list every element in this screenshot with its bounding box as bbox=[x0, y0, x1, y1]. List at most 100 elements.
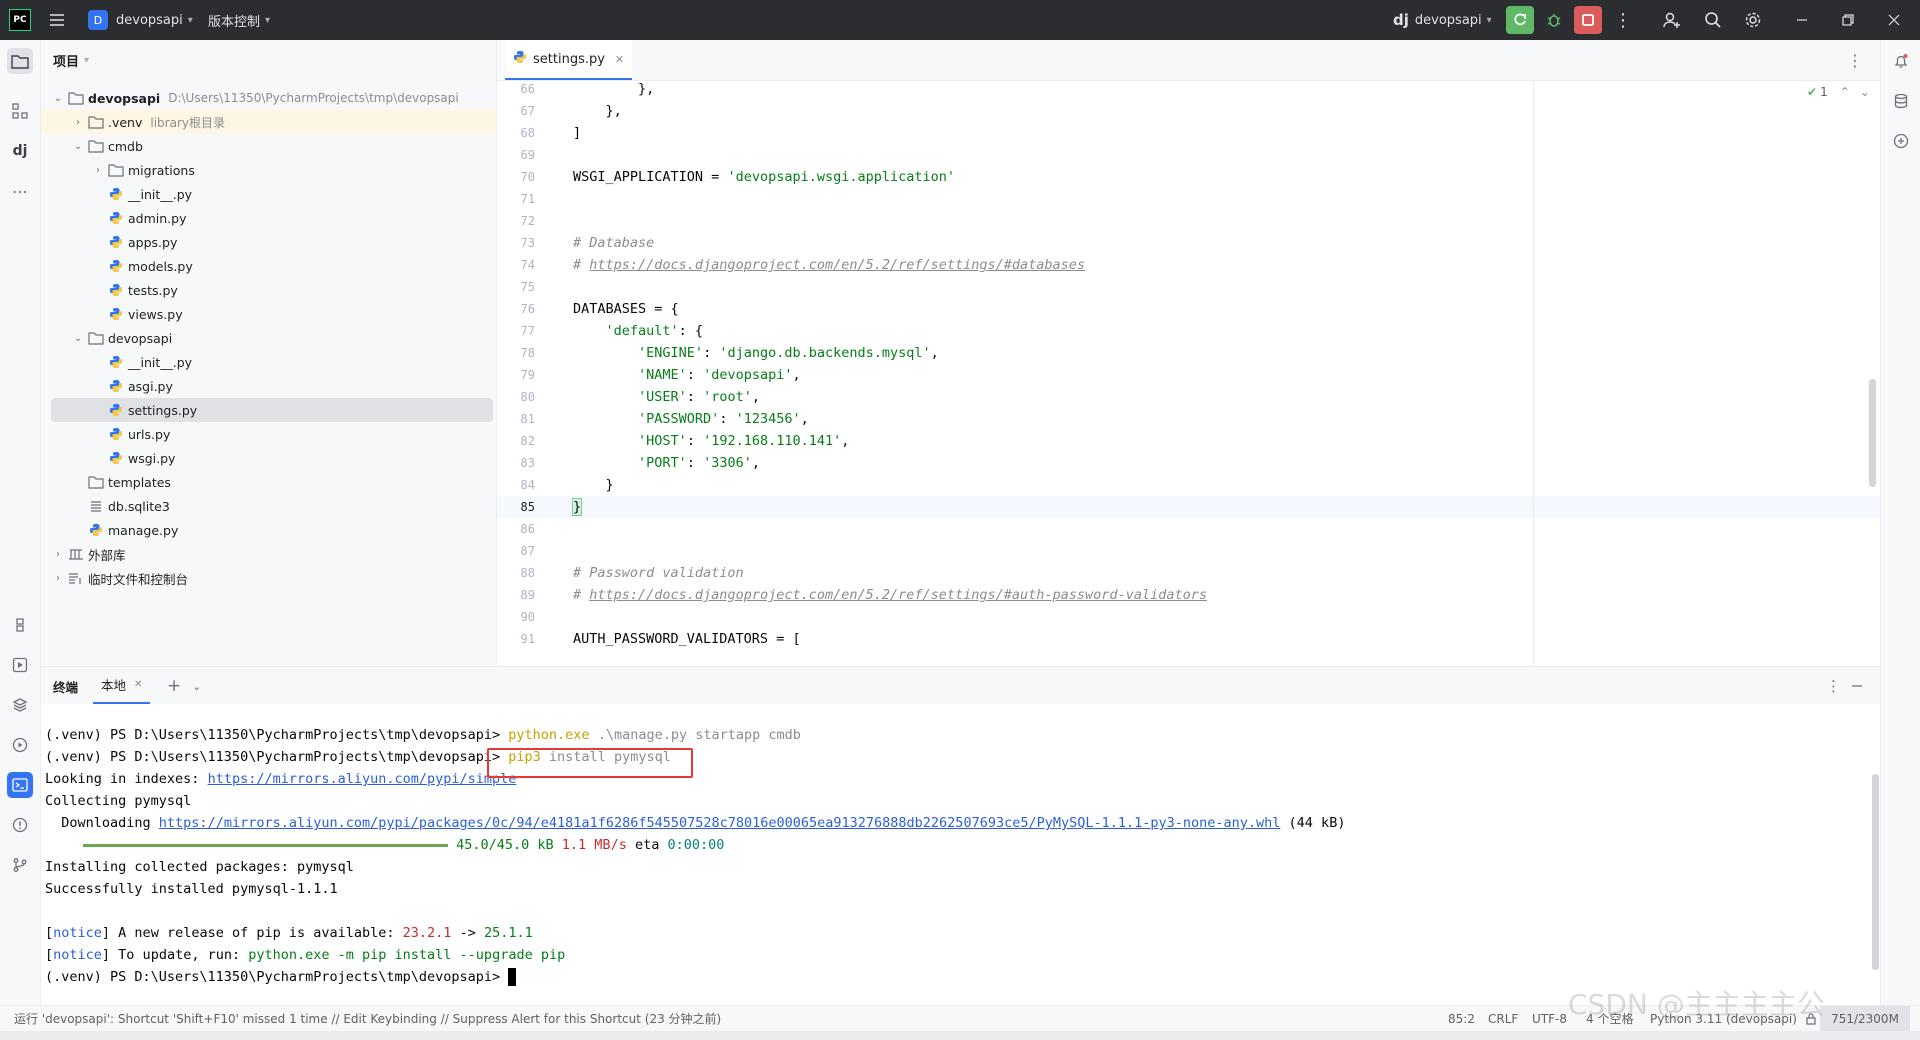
line-number: 77 bbox=[520, 324, 535, 338]
line-ending[interactable]: CRLF bbox=[1488, 1006, 1518, 1032]
inspection-widget[interactable]: ✔ 1 ⌃ ⌄ bbox=[1807, 85, 1870, 99]
terminal-output[interactable]: (.venv) PS D:\Users\11350\PycharmProject… bbox=[41, 704, 1880, 1005]
tab-settings-py[interactable]: settings.py ✕ bbox=[505, 40, 633, 80]
bottom-edge bbox=[0, 1031, 1920, 1040]
django-structure-icon[interactable]: dj bbox=[7, 138, 33, 164]
problems-icon[interactable] bbox=[7, 812, 33, 838]
line-number: 78 bbox=[520, 346, 535, 360]
code-token: # Password validation bbox=[573, 565, 744, 581]
tree-item-admin-py[interactable]: admin.py bbox=[41, 206, 496, 230]
python-file-icon bbox=[108, 210, 124, 226]
chevron-down-icon: ▾ bbox=[187, 14, 193, 26]
tree-item-manage-py[interactable]: manage.py bbox=[41, 518, 496, 542]
chevron-right-icon[interactable]: › bbox=[51, 573, 65, 584]
tree-item--init-py[interactable]: __init__.py bbox=[41, 182, 496, 206]
editor-scrollbar[interactable] bbox=[1869, 379, 1876, 487]
more-actions-icon[interactable]: ⋮ bbox=[1614, 0, 1632, 40]
chevron-right-icon[interactable]: › bbox=[71, 117, 85, 128]
tree-item-label: devopsapi bbox=[88, 90, 161, 106]
tree-item--init-py[interactable]: __init__.py bbox=[41, 350, 496, 374]
git-branch-icon[interactable] bbox=[7, 852, 33, 878]
services-icon[interactable] bbox=[7, 732, 33, 758]
code-token: , bbox=[800, 411, 809, 427]
chevron-down-icon[interactable]: ⌄ bbox=[71, 141, 85, 152]
python-console-icon[interactable] bbox=[7, 612, 33, 638]
project-tool-folder-icon[interactable] bbox=[7, 48, 33, 74]
tree-item-wsgi-py[interactable]: wsgi.py bbox=[41, 446, 496, 470]
run-config-selector[interactable]: dj devopsapi ▾ bbox=[1393, 0, 1492, 40]
status-message[interactable]: 运行 'devopsapi': Shortcut 'Shift+F10' mis… bbox=[14, 1006, 721, 1032]
minimize-icon[interactable] bbox=[1796, 0, 1808, 40]
database-icon[interactable] bbox=[1888, 88, 1914, 114]
chevron-down-icon[interactable]: ⌄ bbox=[192, 667, 201, 705]
tree-item-views-py[interactable]: views.py bbox=[41, 302, 496, 326]
add-user-icon[interactable] bbox=[1662, 0, 1682, 40]
chevron-down-icon: ▾ bbox=[1486, 14, 1492, 26]
search-icon[interactable] bbox=[1704, 0, 1722, 40]
terminal-options-icon[interactable]: ⋮ bbox=[1826, 667, 1841, 705]
caret-position[interactable]: 85:2 bbox=[1448, 1006, 1475, 1032]
chevron-down-icon[interactable]: ⌄ bbox=[1860, 85, 1870, 99]
debug-button[interactable] bbox=[1540, 0, 1568, 40]
stop-button[interactable] bbox=[1574, 0, 1602, 40]
terminal-scrollbar[interactable] bbox=[1872, 774, 1879, 970]
gear-icon[interactable] bbox=[1744, 0, 1762, 40]
right-tool-strip bbox=[1880, 40, 1920, 1005]
tab-more-icon[interactable]: ⋮ bbox=[1847, 40, 1863, 80]
tree-item-tests-py[interactable]: tests.py bbox=[41, 278, 496, 302]
tree-item-templates[interactable]: templates bbox=[41, 470, 496, 494]
tree-item-devopsapi[interactable]: ⌄ devopsapi bbox=[41, 326, 496, 350]
chevron-up-icon[interactable]: ⌃ bbox=[1840, 85, 1850, 99]
chevron-right-icon[interactable]: › bbox=[51, 549, 65, 560]
restore-icon[interactable] bbox=[1842, 0, 1854, 40]
tree-item-apps-py[interactable]: apps.py bbox=[41, 230, 496, 254]
hide-panel-icon[interactable] bbox=[1851, 667, 1863, 705]
project-panel-header[interactable]: 项目 ▾ bbox=[53, 40, 89, 80]
tree-item-settings-py[interactable]: settings.py bbox=[51, 398, 493, 422]
app-logo-icon[interactable]: PC bbox=[9, 0, 31, 40]
tree-item-db-sqlite3[interactable]: db.sqlite3 bbox=[41, 494, 496, 518]
main-menu-icon[interactable] bbox=[48, 0, 66, 40]
layers-icon[interactable] bbox=[7, 692, 33, 718]
tree-item-urls-py[interactable]: urls.py bbox=[41, 422, 496, 446]
chevron-down-icon[interactable]: ⌄ bbox=[71, 333, 85, 344]
tree-item-models-py[interactable]: models.py bbox=[41, 254, 496, 278]
memory-indicator[interactable]: 751/2300M bbox=[1820, 1006, 1910, 1032]
line-number: 83 bbox=[520, 456, 535, 470]
structure-icon[interactable] bbox=[7, 98, 33, 124]
more-tools-icon[interactable]: ⋯ bbox=[7, 178, 33, 204]
line-number: 85 bbox=[520, 500, 535, 514]
notifications-bell-icon[interactable] bbox=[1888, 48, 1914, 74]
rerun-button[interactable] bbox=[1506, 0, 1534, 40]
close-tab-icon[interactable]: ✕ bbox=[615, 53, 624, 66]
new-tab-plus-icon[interactable]: + bbox=[167, 667, 181, 705]
terminal-line: (.venv) PS D:\Users\11350\PycharmProject… bbox=[45, 966, 517, 988]
tree-item-migrations[interactable]: › migrations bbox=[41, 158, 496, 182]
tree-item-asgi-py[interactable]: asgi.py bbox=[41, 374, 496, 398]
tree-item--[interactable]: › 外部库 bbox=[41, 542, 496, 566]
tree-item-cmdb[interactable]: ⌄ cmdb bbox=[41, 134, 496, 158]
terminal-icon[interactable] bbox=[7, 772, 33, 798]
run-icon[interactable] bbox=[7, 652, 33, 678]
tree-item--venv[interactable]: › .venv library根目录 bbox=[41, 110, 496, 134]
check-icon: ✔ bbox=[1807, 85, 1818, 99]
ai-assistant-icon[interactable] bbox=[1888, 128, 1914, 154]
tree-item-devopsapi[interactable]: ⌄ devopsapi D:\Users\11350\PycharmProjects… bbox=[41, 86, 496, 110]
folder-icon bbox=[108, 162, 124, 178]
file-encoding[interactable]: UTF-8 bbox=[1532, 1006, 1567, 1032]
code-token: 'ENGINE' bbox=[638, 345, 704, 361]
code-token: : bbox=[686, 433, 704, 449]
chevron-right-icon[interactable]: › bbox=[91, 165, 105, 176]
tab-local[interactable]: 本地 ✕ bbox=[93, 667, 151, 705]
chevron-down-icon[interactable]: ⌄ bbox=[51, 93, 65, 104]
code-editor[interactable]: 66 }, 67 }, 68] 69 70 WSGI_APPLICATION = 'dev… bbox=[497, 81, 1880, 665]
tree-item--[interactable]: › 临时文件和控制台 bbox=[41, 566, 496, 590]
code-line: } bbox=[571, 496, 583, 518]
line-number: 81 bbox=[520, 412, 535, 426]
close-tab-icon[interactable]: ✕ bbox=[134, 679, 142, 690]
code-line: 'ENGINE': 'django.db.backends.mysql', bbox=[573, 342, 939, 364]
code-token: 'NAME' bbox=[638, 367, 687, 383]
close-icon[interactable] bbox=[1888, 0, 1900, 40]
vcs-menu[interactable]: 版本控制 ▾ bbox=[208, 0, 270, 40]
project-switcher[interactable]: D devopsapi ▾ bbox=[88, 0, 193, 40]
